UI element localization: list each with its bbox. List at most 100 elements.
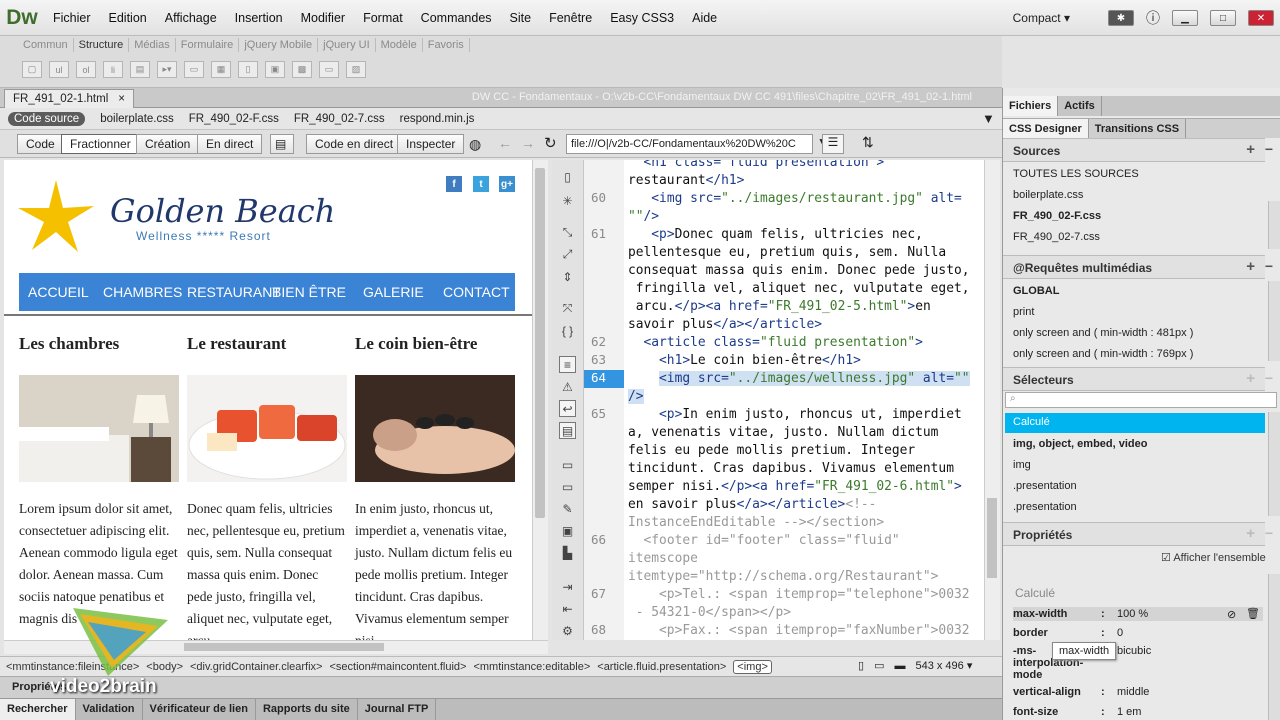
code-view-button[interactable]: Code [17,134,64,154]
forward-arrow-icon[interactable]: → [521,135,535,151]
workspace-switcher[interactable]: Compact ▾ [1013,11,1070,25]
address-field[interactable]: file:///O|/v2b-CC/Fondamentaux%20DW%20C [566,134,813,154]
menu-6[interactable]: Commandes [412,11,501,25]
insert-tab-1[interactable]: Structure [74,38,130,52]
section-icon[interactable]: ▯ [238,61,258,78]
recent-snippets-icon[interactable]: ▣ [559,522,576,539]
nav-bien-etre[interactable]: BIEN ÊTRE [272,284,346,300]
selector-search-input[interactable]: ⌕ [1005,392,1277,408]
ol-icon[interactable]: ol [76,61,96,78]
add-source-icon[interactable]: + [1246,141,1255,158]
menu-4[interactable]: Modifier [292,11,354,25]
highlight-invalid-icon[interactable]: ⚠ [559,378,576,395]
remove-media-icon[interactable]: − [1265,258,1273,274]
insert-tab-0[interactable]: Commun [18,38,74,52]
live-view-button[interactable]: En direct [197,134,263,154]
word-wrap-icon[interactable]: ↩ [559,400,576,417]
facebook-icon[interactable]: f [446,176,462,192]
nav-icon[interactable]: ▸▾ [157,61,177,78]
menu-1[interactable]: Edition [100,11,156,25]
property-row[interactable]: -ms-interpolation-mode:bicubic [1013,645,1263,681]
add-selector-icon[interactable]: + [1246,370,1255,387]
remove-property-icon[interactable]: − [1265,525,1273,541]
format-source-icon[interactable]: ⚙ [559,622,576,639]
desktop-size-icon[interactable]: ▬ [894,660,905,672]
split-view-button[interactable]: Fractionner [61,134,140,154]
tag-5[interactable]: <article.fluid.presentation> [597,661,726,673]
minimize-button[interactable]: ▁ [1172,10,1198,26]
wrap-tag-icon[interactable]: ✎ [559,500,576,517]
show-all-checkbox[interactable]: ☑ Afficher l'ensemble [1161,551,1266,564]
menu-8[interactable]: Fenêtre [540,11,601,25]
tag-selected[interactable]: <img> [733,659,772,674]
related-file-1[interactable]: boilerplate.css [100,113,174,125]
panel-subtab-0[interactable]: CSS Designer [1003,119,1089,138]
selector-item[interactable]: .presentation [1013,480,1077,492]
inspect-button[interactable]: Inspecter [397,134,465,154]
collapse-selection-icon[interactable]: ⤡ [559,224,576,241]
source-item[interactable]: TOUTES LES SOURCES [1013,168,1139,180]
refresh-icon[interactable]: ↻ [544,134,557,152]
property-row[interactable]: vertical-align: middle [1013,686,1263,698]
property-row[interactable]: font-size:1 em [1013,706,1263,718]
selector-item[interactable]: .presentation [1013,501,1077,513]
figure-icon[interactable]: ▩ [292,61,312,78]
close-tab-icon[interactable]: × [118,93,125,105]
disable-property-icon[interactable]: ⊘ [1227,608,1236,621]
design-view-button[interactable]: Création [136,134,200,154]
select-parent-tag-icon[interactable]: ⇕ [559,268,576,285]
ul-icon[interactable]: ul [49,61,69,78]
selector-item[interactable]: img, object, embed, video [1013,438,1147,450]
apply-comment-icon[interactable]: ▭ [559,456,576,473]
close-window-button[interactable]: ✕ [1248,10,1274,26]
help-icon[interactable]: ⓘ [1146,8,1160,28]
line-numbers-icon[interactable]: ≡ [559,356,576,373]
add-property-icon[interactable]: + [1246,525,1255,542]
related-file-0[interactable]: Code source [8,111,86,126]
related-file-3[interactable]: FR_490_02-7.css [294,113,385,125]
nav-galerie[interactable]: GALERIE [363,284,424,300]
live-code-button[interactable]: Code en direct [306,134,403,154]
nav-contact[interactable]: CONTACT [443,284,510,300]
add-media-icon[interactable]: + [1246,258,1255,275]
remove-source-icon[interactable]: − [1265,141,1273,157]
document-tab[interactable]: FR_491_02-1.html × [4,89,134,108]
property-value[interactable]: 100 % [1117,608,1148,620]
article-icon[interactable]: ▦ [211,61,231,78]
phone-size-icon[interactable]: ▯ [858,659,864,672]
zoom-fit-icon[interactable]: ⇅ [862,134,874,151]
window-size[interactable]: 543 x 496 ▾ [915,659,972,672]
open-documents-icon[interactable]: ▯ [559,168,576,185]
insert-tab-6[interactable]: Modèle [376,38,423,52]
sync-settings-icon[interactable]: ✱ [1108,10,1134,26]
menu-5[interactable]: Format [354,11,412,25]
property-value[interactable]: 0 [1117,627,1123,639]
globe-icon[interactable]: ◍ [469,136,481,153]
insert-tab-7[interactable]: Favoris [423,38,470,52]
property-row[interactable]: max-width:100 % [1013,607,1263,621]
property-value[interactable]: middle [1117,686,1149,698]
source-item[interactable]: FR_490_02-7.css [1013,231,1100,243]
google-plus-icon[interactable]: g+ [499,176,515,192]
remove-comment-icon[interactable]: ▭ [559,478,576,495]
nav-accueil[interactable]: ACCUEIL [28,284,89,300]
nav-restaurant[interactable]: RESTAURANT [187,284,281,300]
media-query-item[interactable]: print [1013,306,1034,318]
related-file-2[interactable]: FR_490_02-F.css [189,113,279,125]
filter-icon[interactable]: ▼ [982,111,995,126]
property-row[interactable]: border:0 [1013,627,1263,639]
expand-all-icon[interactable]: ⤢ [559,246,576,263]
syntax-coloring-icon[interactable]: ▤ [559,422,576,439]
braces-icon[interactable]: { } [559,322,576,339]
media-query-item[interactable]: only screen and ( min-width : 769px ) [1013,348,1193,360]
delete-property-icon[interactable]: 🗑 [1246,607,1260,620]
properties-scrollbar[interactable] [1268,574,1280,720]
results-tab-3[interactable]: Rapports du site [256,699,358,720]
code-editor[interactable]: <h1 class="fluid presentation"> restauran… [624,160,984,640]
hgroup-icon[interactable]: ▭ [319,61,339,78]
property-value[interactable]: bicubic [1117,645,1151,657]
menu-7[interactable]: Site [501,11,541,25]
media-query-item[interactable]: GLOBAL [1013,285,1059,297]
tag-3[interactable]: <section#maincontent.fluid> [329,661,466,673]
selectors-scrollbar[interactable] [1268,412,1280,516]
